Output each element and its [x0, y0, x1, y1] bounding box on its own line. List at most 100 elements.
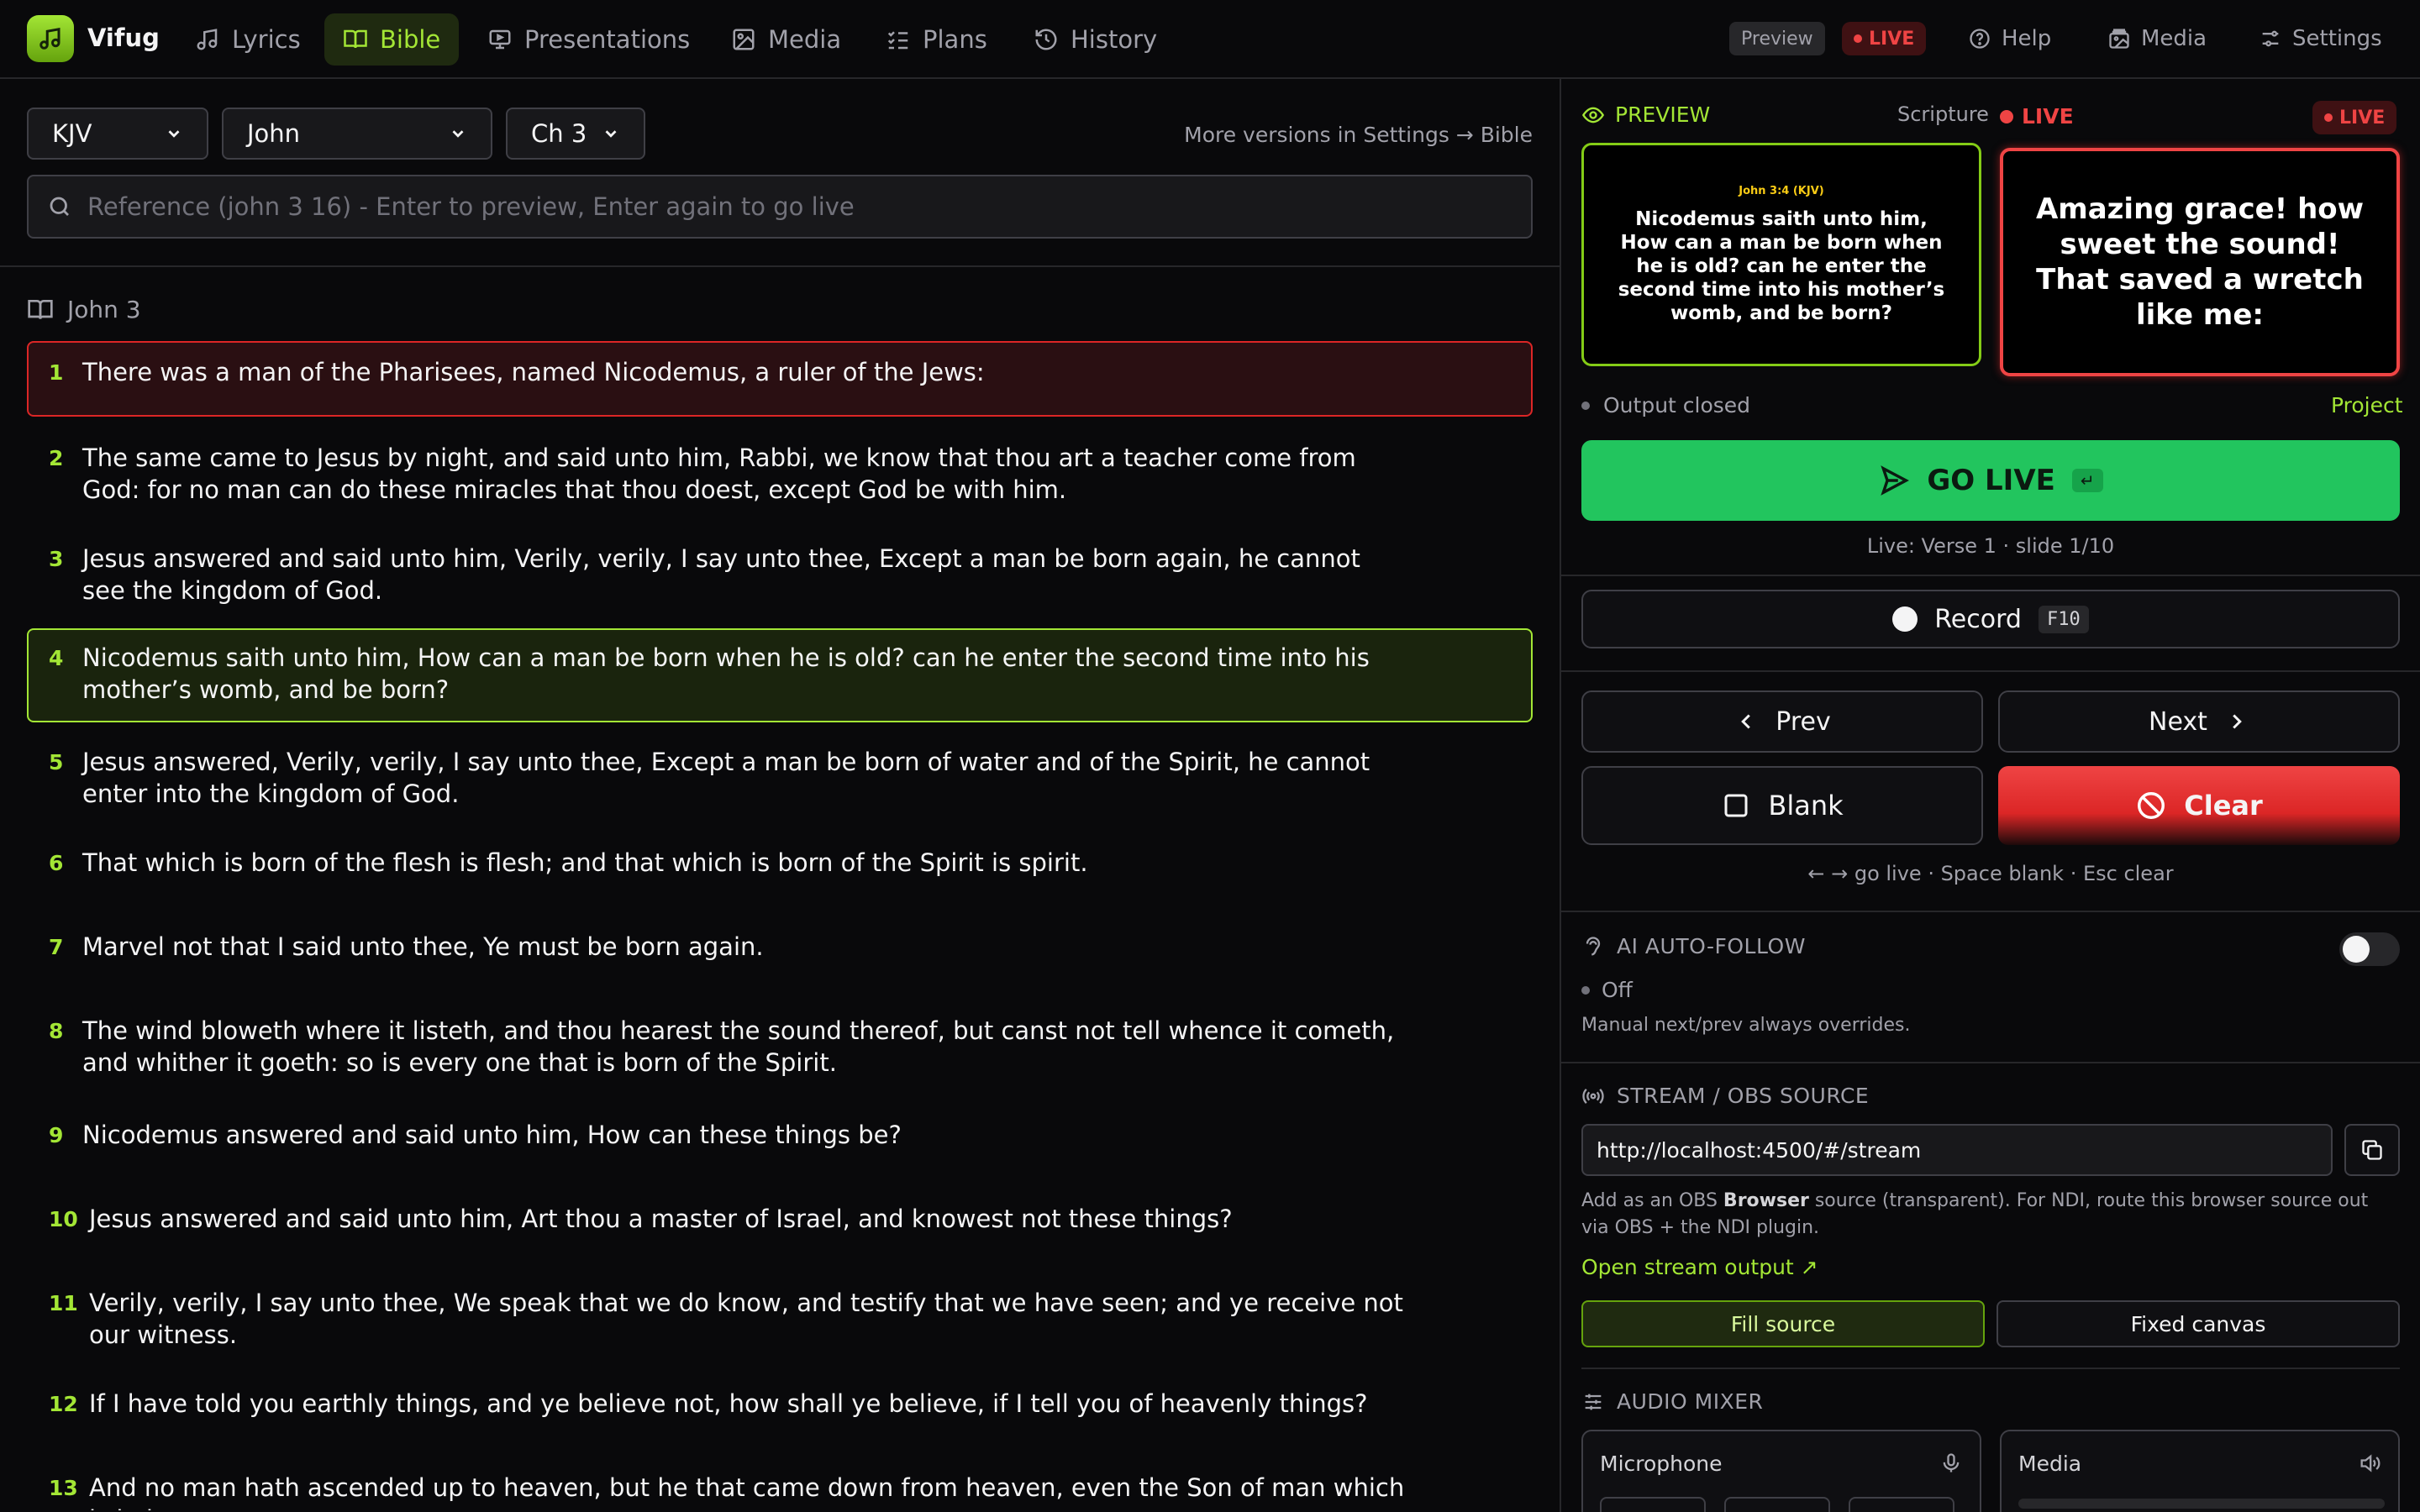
- chevron-down-icon: [168, 130, 180, 138]
- mic-control[interactable]: [1724, 1497, 1830, 1512]
- reference-search-input[interactable]: [87, 192, 1516, 221]
- stream-header: STREAM / OBS SOURCE: [1581, 1084, 1869, 1108]
- verse-text: Verily, verily, I say unto thee, We spea…: [89, 1289, 1403, 1349]
- verse-text: Marvel not that I said unto thee, Ye mus…: [82, 932, 764, 961]
- tab-media[interactable]: Media: [713, 13, 860, 66]
- chapter-select[interactable]: Ch 3: [506, 108, 645, 160]
- copy-url-button[interactable]: [2344, 1124, 2400, 1176]
- verse-text: Jesus answered and said unto him, Art th…: [89, 1205, 1233, 1233]
- book-select[interactable]: John: [222, 108, 492, 160]
- verse-number: 13: [49, 1476, 78, 1500]
- square-icon: [1724, 794, 1748, 817]
- verse-row[interactable]: 5 Jesus answered, Verily, verily, I say …: [27, 741, 1533, 825]
- prev-button[interactable]: Prev: [1581, 690, 1983, 753]
- verse-number: 6: [49, 851, 64, 875]
- verse-row[interactable]: 13 And no man hath ascended up to heaven…: [27, 1467, 1533, 1512]
- verse-row[interactable]: 6 That which is born of the flesh is fle…: [27, 842, 1533, 892]
- verse-row[interactable]: 9 Nicodemus answered and said unto him, …: [27, 1114, 1533, 1164]
- version-select[interactable]: KJV: [27, 108, 208, 160]
- history-icon: [1035, 29, 1057, 50]
- fill-source-button[interactable]: Fill source: [1581, 1300, 1985, 1347]
- toggle-knob: [2343, 936, 2370, 963]
- verse-number: 4: [49, 646, 64, 670]
- verse-text: Nicodemus saith unto him, How can a man …: [82, 643, 1370, 704]
- verse-text: If I have told you earthly things, and y…: [89, 1389, 1368, 1418]
- settings-sliders-icon: [2262, 30, 2279, 47]
- chevron-right-icon: [2233, 714, 2242, 729]
- microphone-icon[interactable]: [1939, 1452, 1963, 1475]
- preview-mode-badge[interactable]: Preview: [1729, 22, 1825, 55]
- verse-number: 5: [49, 750, 64, 774]
- tab-plans[interactable]: Plans: [867, 13, 1006, 66]
- verse-text: Jesus answered and said unto him, Verily…: [82, 544, 1360, 605]
- verse-text: The same came to Jesus by night, and sai…: [82, 444, 1356, 504]
- live-dot-icon: [2000, 109, 2013, 123]
- verse-text: And no man hath ascended up to heaven, b…: [89, 1473, 1405, 1510]
- record-button[interactable]: Record F10: [1581, 590, 2400, 648]
- verse-row[interactable]: 11 Verily, verily, I say unto thee, We s…: [27, 1282, 1533, 1366]
- verse-row-preview[interactable]: 4 Nicodemus saith unto him, How can a ma…: [27, 628, 1533, 722]
- verse-row[interactable]: 10 Jesus answered and said unto him, Art…: [27, 1198, 1533, 1248]
- app-logo-icon[interactable]: [27, 15, 74, 62]
- open-stream-link[interactable]: Open stream output ↗: [1581, 1255, 1818, 1279]
- versions-hint: More versions in Settings → Bible: [1184, 123, 1533, 147]
- next-button[interactable]: Next: [1998, 690, 2400, 753]
- ear-icon: [1586, 936, 1601, 955]
- channel-label: Media: [2018, 1452, 2082, 1476]
- chapter-value: Ch 3: [531, 119, 587, 148]
- project-link[interactable]: Project: [2331, 393, 2403, 417]
- preview-screen[interactable]: John 3:4 (KJV) Nicodemus saith unto him,…: [1581, 143, 1981, 366]
- stream-url-field[interactable]: http://localhost:4500/#/stream: [1581, 1124, 2333, 1176]
- mic-control[interactable]: [1849, 1497, 1954, 1512]
- tab-presentations[interactable]: Presentations: [469, 13, 708, 66]
- tab-label: Presentations: [524, 25, 691, 54]
- tab-label: History: [1071, 25, 1158, 54]
- tab-lyrics[interactable]: Lyrics: [176, 13, 319, 66]
- stream-title: STREAM / OBS SOURCE: [1617, 1084, 1870, 1108]
- tab-label: Bible: [380, 25, 441, 54]
- verse-row[interactable]: 8 The wind bloweth where it listeth, and…: [27, 1010, 1533, 1094]
- live-status-badge[interactable]: LIVE: [1842, 22, 1927, 55]
- audio-mixer-header: AUDIO MIXER: [1581, 1389, 1763, 1414]
- pane-divider[interactable]: [1560, 79, 1561, 1512]
- preview-header: PREVIEW: [1581, 102, 1710, 127]
- live-header: LIVE: [2000, 104, 2074, 129]
- go-live-button[interactable]: GO LIVE ↵: [1581, 440, 2400, 521]
- verse-row[interactable]: 12 If I have told you earthly things, an…: [27, 1383, 1533, 1433]
- shortcut-hints: ← → go live · Space blank · Esc clear: [1807, 862, 2174, 885]
- verse-row[interactable]: 2 The same came to Jesus by night, and s…: [27, 437, 1533, 521]
- verse-number: 9: [49, 1123, 64, 1147]
- blank-button[interactable]: Blank: [1581, 766, 1983, 845]
- live-screen[interactable]: Amazing grace! how sweet the sound! That…: [2000, 148, 2400, 376]
- help-button[interactable]: Help: [1968, 22, 2051, 55]
- speaker-icon[interactable]: [2358, 1452, 2381, 1475]
- music-note-icon: [197, 29, 218, 50]
- clear-button[interactable]: Clear: [1998, 766, 2400, 845]
- mic-control[interactable]: [1600, 1497, 1706, 1512]
- settings-button[interactable]: Settings: [2259, 22, 2382, 55]
- verse-number: 8: [49, 1019, 64, 1043]
- fixed-canvas-button[interactable]: Fixed canvas: [1996, 1300, 2400, 1347]
- tab-label: Plans: [923, 25, 987, 54]
- presentation-icon: [489, 29, 511, 50]
- verse-row[interactable]: 7 Marvel not that I said unto thee, Ye m…: [27, 926, 1533, 976]
- prev-label: Prev: [1776, 706, 1831, 737]
- book-open-icon: [344, 29, 367, 49]
- verse-row[interactable]: 3 Jesus answered and said unto him, Veri…: [27, 538, 1533, 622]
- media-label: Media: [2141, 26, 2207, 51]
- media-channel: Media: [2000, 1430, 2400, 1512]
- tab-bible[interactable]: Bible: [324, 13, 460, 66]
- eye-icon: [1581, 107, 1605, 123]
- stream-help: Add as an OBS Browser source (transparen…: [1581, 1188, 2388, 1242]
- stream-help-pre: Add as an OBS: [1581, 1190, 1723, 1211]
- ai-follow-header: AI AUTO-FOLLOW: [1581, 934, 1806, 958]
- stream-help-bold: Browser: [1723, 1190, 1809, 1211]
- reference-search[interactable]: [27, 175, 1533, 239]
- verse-row-live[interactable]: 1 There was a man of the Pharisees, name…: [27, 341, 1533, 417]
- media-library-button[interactable]: Media: [2107, 22, 2207, 55]
- verse-text: There was a man of the Pharisees, named …: [82, 358, 985, 386]
- microphone-channel: Microphone: [1581, 1430, 1981, 1512]
- media-volume-slider[interactable]: [2018, 1499, 2385, 1509]
- tab-history[interactable]: History: [1015, 13, 1176, 66]
- ai-follow-toggle[interactable]: [2339, 932, 2400, 966]
